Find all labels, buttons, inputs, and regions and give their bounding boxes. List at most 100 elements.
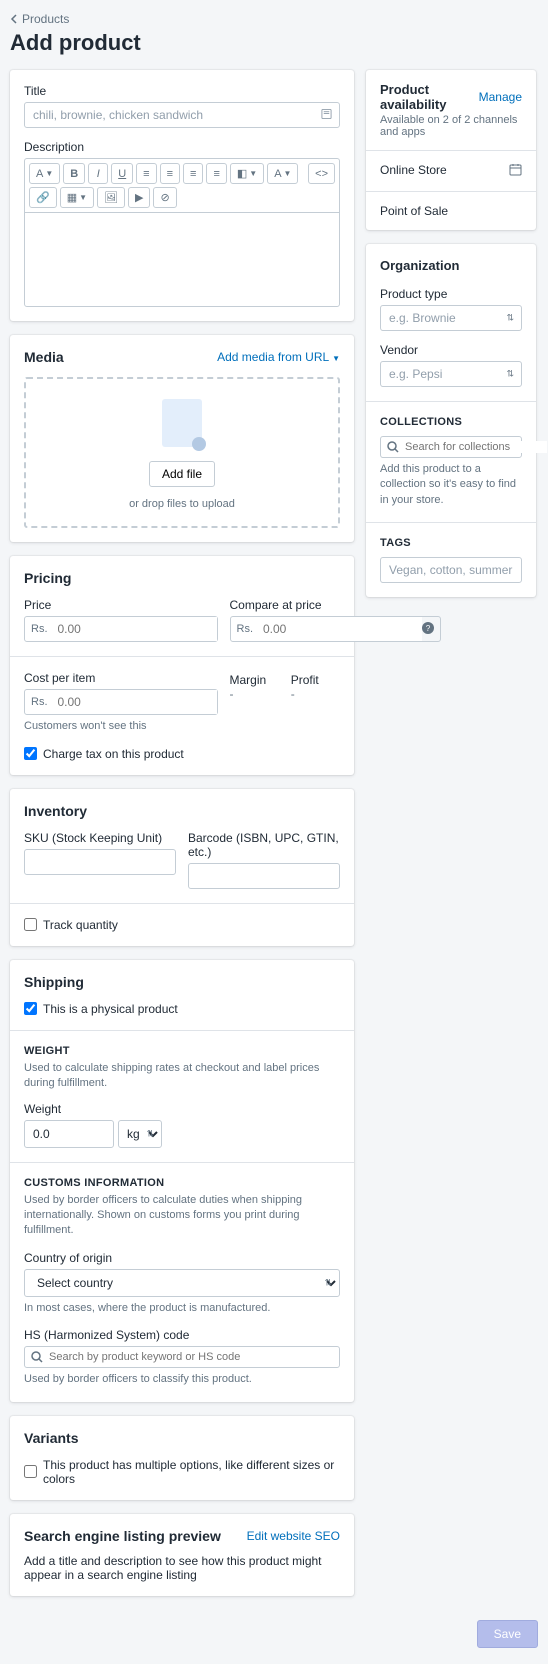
track-quantity-checkbox[interactable] bbox=[24, 918, 37, 931]
physical-checkbox[interactable] bbox=[24, 1002, 37, 1015]
variants-checkbox-label: This product has multiple options, like … bbox=[43, 1458, 340, 1486]
vendor-input[interactable] bbox=[380, 361, 522, 387]
weight-input[interactable] bbox=[24, 1120, 114, 1148]
hs-input[interactable] bbox=[49, 1351, 333, 1363]
barcode-label: Barcode (ISBN, UPC, GTIN, etc.) bbox=[188, 831, 340, 859]
media-title: Media bbox=[24, 349, 64, 365]
align-right-button[interactable]: ≡ bbox=[183, 163, 203, 184]
cost-input-wrap: Rs. bbox=[24, 689, 218, 715]
collections-heading: COLLECTIONS bbox=[380, 416, 522, 428]
page-title: Add product bbox=[10, 30, 538, 56]
description-editor[interactable] bbox=[24, 212, 340, 307]
compare-input-wrap: Rs. ? bbox=[230, 616, 442, 642]
cost-currency: Rs. bbox=[25, 691, 54, 713]
seo-title: Search engine listing preview bbox=[24, 1528, 221, 1544]
price-input-wrap: Rs. bbox=[24, 616, 218, 642]
compare-input[interactable] bbox=[259, 617, 422, 641]
collections-search-input[interactable] bbox=[405, 441, 547, 453]
availability-subtitle: Available on 2 of 2 channels and apps bbox=[366, 114, 536, 150]
dropzone-hint: or drop files to upload bbox=[36, 497, 328, 512]
physical-checkbox-label: This is a physical product bbox=[43, 1002, 178, 1016]
margin-label: Margin bbox=[230, 673, 279, 687]
textcolor-button[interactable]: A ▼ bbox=[267, 163, 298, 184]
tax-checkbox-label: Charge tax on this product bbox=[43, 747, 184, 761]
save-button[interactable]: Save bbox=[477, 1620, 538, 1648]
editor-toolbar: A ▼ B I U ≡ ≡ ≡ ≡ ◧ ▼ A ▼ <> 🔗 bbox=[24, 158, 340, 212]
variants-checkbox[interactable] bbox=[24, 1465, 37, 1478]
title-input[interactable] bbox=[24, 102, 340, 128]
svg-text:?: ? bbox=[426, 624, 431, 633]
pos-label: Point of Sale bbox=[380, 204, 448, 218]
shipping-title: Shipping bbox=[24, 974, 340, 990]
profit-label: Profit bbox=[291, 673, 340, 687]
track-quantity-label: Track quantity bbox=[43, 918, 118, 932]
weight-label: Weight bbox=[24, 1102, 340, 1116]
bgcolor-button[interactable]: ◧ ▼ bbox=[230, 163, 264, 184]
price-input[interactable] bbox=[54, 617, 217, 641]
weight-unit-select[interactable]: kg bbox=[118, 1120, 162, 1148]
compare-currency: Rs. bbox=[231, 618, 260, 640]
media-dropzone[interactable]: Add file or drop files to upload bbox=[24, 377, 340, 528]
organization-title: Organization bbox=[380, 258, 522, 273]
sku-input[interactable] bbox=[24, 849, 176, 875]
inventory-title: Inventory bbox=[24, 803, 340, 819]
availability-title: Product availability bbox=[380, 82, 479, 112]
vendor-label: Vendor bbox=[380, 343, 522, 357]
link-button[interactable]: 🔗 bbox=[29, 187, 57, 208]
online-store-label: Online Store bbox=[380, 163, 447, 179]
pricing-title: Pricing bbox=[24, 570, 340, 586]
manage-link[interactable]: Manage bbox=[479, 90, 522, 104]
align-left-button[interactable]: ≡ bbox=[136, 163, 156, 184]
product-type-input[interactable] bbox=[380, 305, 522, 331]
barcode-input[interactable] bbox=[188, 863, 340, 889]
collections-help: Add this product to a collection so it's… bbox=[380, 462, 522, 508]
clear-button[interactable]: ⊘ bbox=[153, 187, 176, 208]
image-button[interactable]: 🖼 bbox=[97, 187, 125, 208]
variants-title: Variants bbox=[24, 1430, 340, 1446]
media-placeholder-icon bbox=[162, 399, 202, 447]
customs-help: Used by border officers to calculate dut… bbox=[24, 1193, 340, 1239]
underline-button[interactable]: U bbox=[111, 163, 133, 184]
country-help: In most cases, where the product is manu… bbox=[24, 1301, 340, 1316]
title-label: Title bbox=[24, 84, 340, 98]
add-file-button[interactable]: Add file bbox=[149, 461, 215, 487]
breadcrumb-back[interactable]: Products bbox=[10, 12, 538, 26]
search-icon bbox=[387, 441, 399, 453]
tags-input[interactable] bbox=[380, 557, 522, 583]
seo-help: Add a title and description to see how t… bbox=[24, 1554, 340, 1582]
code-button[interactable]: <> bbox=[308, 163, 335, 184]
add-media-url-link[interactable]: Add media from URL ▼ bbox=[217, 350, 340, 364]
product-type-label: Product type bbox=[380, 287, 522, 301]
country-label: Country of origin bbox=[24, 1251, 340, 1265]
tags-heading: TAGS bbox=[380, 537, 522, 549]
help-icon[interactable]: ? bbox=[422, 622, 440, 637]
card-icon bbox=[321, 108, 332, 123]
calendar-icon[interactable] bbox=[509, 163, 522, 179]
font-button[interactable]: A ▼ bbox=[29, 163, 60, 184]
cost-help: Customers won't see this bbox=[24, 719, 218, 734]
align-center-button[interactable]: ≡ bbox=[160, 163, 180, 184]
price-label: Price bbox=[24, 598, 218, 612]
profit-value: - bbox=[291, 687, 340, 701]
outdent-button[interactable]: ≡ bbox=[206, 163, 226, 184]
margin-value: - bbox=[230, 687, 279, 701]
search-icon bbox=[31, 1351, 43, 1363]
customs-heading: CUSTOMS INFORMATION bbox=[24, 1177, 340, 1189]
breadcrumb-label: Products bbox=[22, 12, 69, 26]
description-label: Description bbox=[24, 140, 340, 154]
bold-button[interactable]: B bbox=[63, 163, 85, 184]
weight-heading: WEIGHT bbox=[24, 1045, 340, 1057]
price-currency: Rs. bbox=[25, 618, 54, 640]
italic-button[interactable]: I bbox=[88, 163, 108, 184]
table-button[interactable]: ▦ ▼ bbox=[60, 187, 94, 208]
video-button[interactable]: ▶ bbox=[128, 187, 150, 208]
cost-label: Cost per item bbox=[24, 671, 218, 685]
hs-help: Used by border officers to classify this… bbox=[24, 1372, 340, 1387]
country-select[interactable]: Select country bbox=[24, 1269, 340, 1297]
edit-seo-link[interactable]: Edit website SEO bbox=[247, 1529, 340, 1543]
tax-checkbox[interactable] bbox=[24, 747, 37, 760]
hs-label: HS (Harmonized System) code bbox=[24, 1328, 340, 1342]
chevron-left-icon bbox=[10, 14, 20, 24]
weight-help: Used to calculate shipping rates at chec… bbox=[24, 1061, 340, 1092]
cost-input[interactable] bbox=[54, 690, 217, 714]
